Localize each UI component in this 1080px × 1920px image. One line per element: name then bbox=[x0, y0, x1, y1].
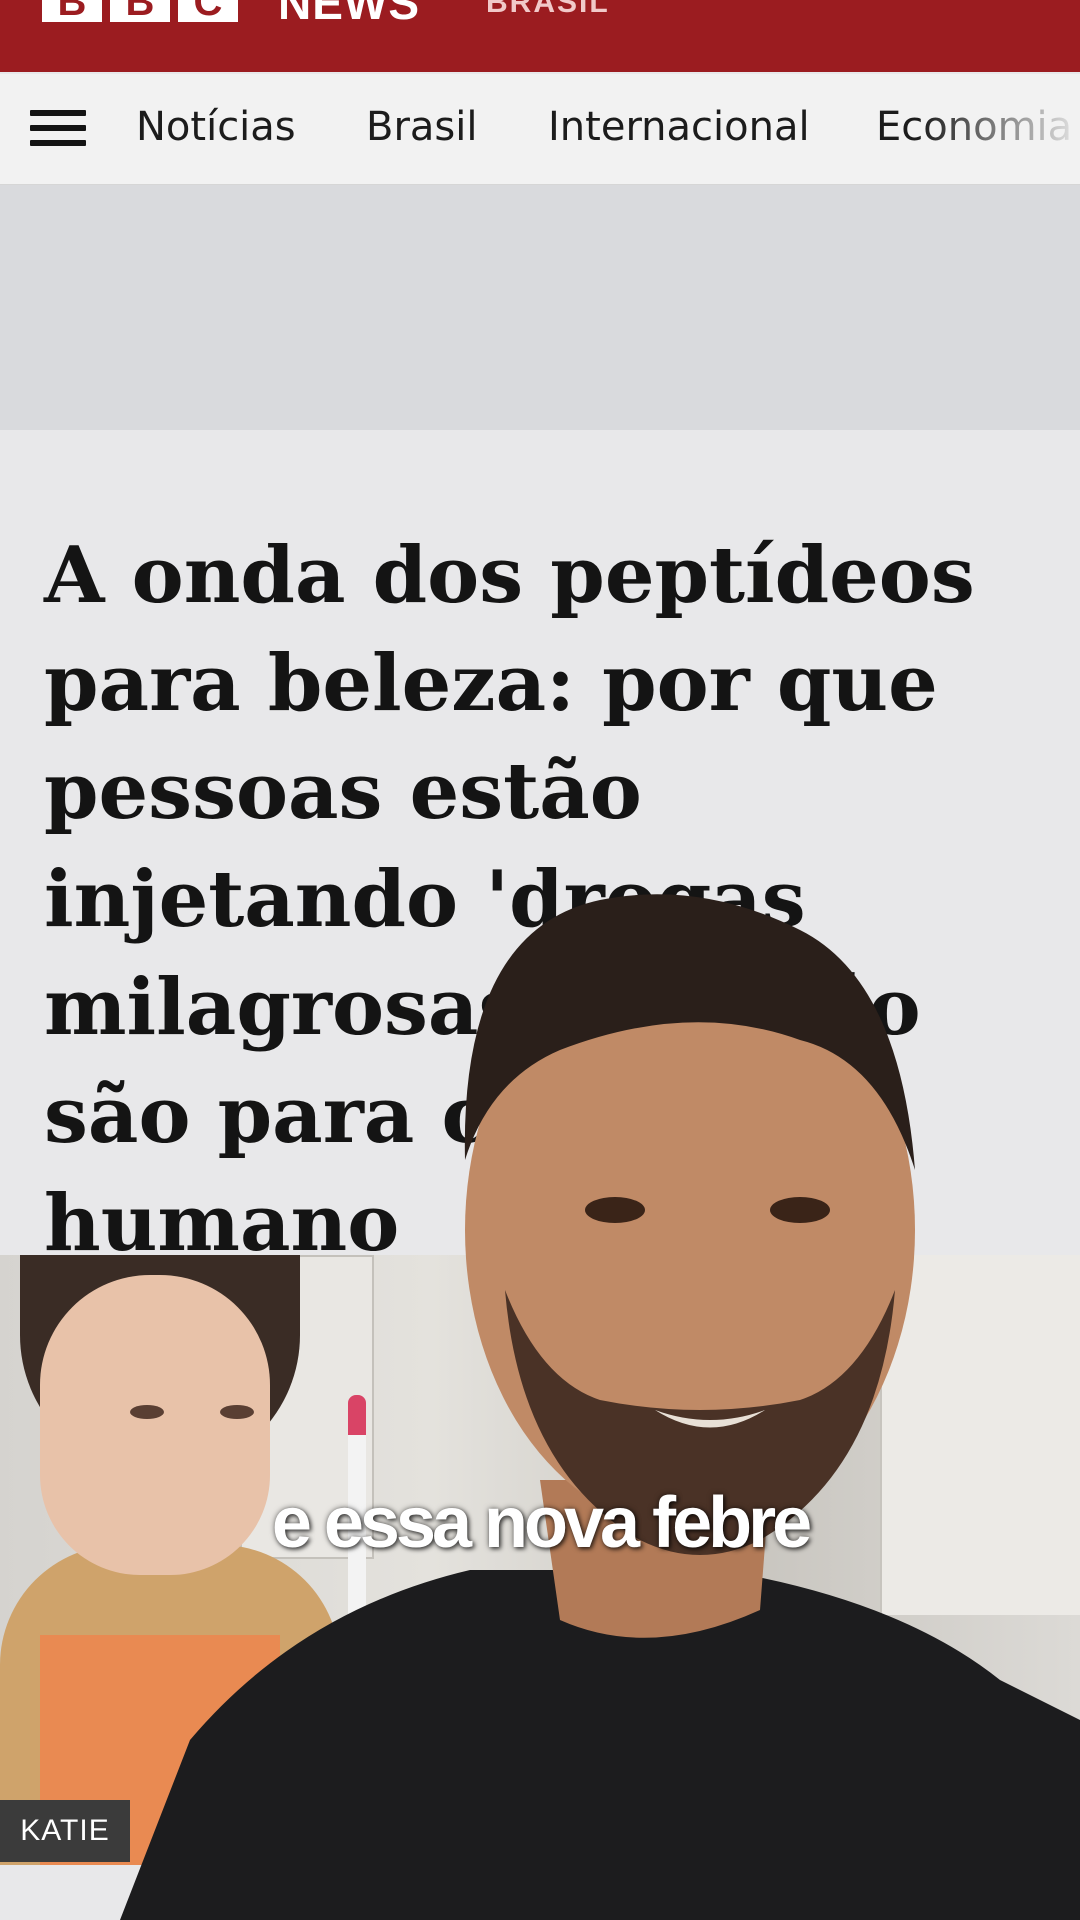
hamburger-menu-icon[interactable] bbox=[30, 110, 86, 150]
bbc-logo-block-b1: B bbox=[42, 0, 102, 22]
bbc-news-masthead: B B C NEWS BRASIL bbox=[0, 0, 1080, 72]
eye bbox=[220, 1405, 254, 1419]
bbc-logo-block-c: C bbox=[178, 0, 238, 22]
nav-scroll-fade bbox=[920, 74, 1080, 184]
article-headline: A onda dos peptídeos para beleza: por qu… bbox=[44, 530, 975, 1269]
photo-caption-badge: KATIE bbox=[0, 1800, 130, 1862]
nav-item-brasil[interactable]: Brasil bbox=[366, 104, 477, 150]
bbc-logo-block-b2: B bbox=[110, 0, 170, 22]
brand-news-text: NEWS bbox=[278, 0, 420, 29]
nav-item-internacional[interactable]: Internacional bbox=[548, 104, 810, 150]
eye bbox=[130, 1405, 164, 1419]
nav-item-noticias[interactable]: Notícias bbox=[136, 104, 296, 150]
ad-placeholder bbox=[0, 185, 1080, 430]
video-subtitle: e essa nova febre bbox=[271, 1483, 812, 1563]
bbc-logo[interactable]: B B C bbox=[42, 0, 238, 22]
section-nav-bar: Notícias Brasil Internacional Economia bbox=[0, 74, 1080, 185]
brand-edition-text: BRASIL bbox=[486, 0, 610, 19]
